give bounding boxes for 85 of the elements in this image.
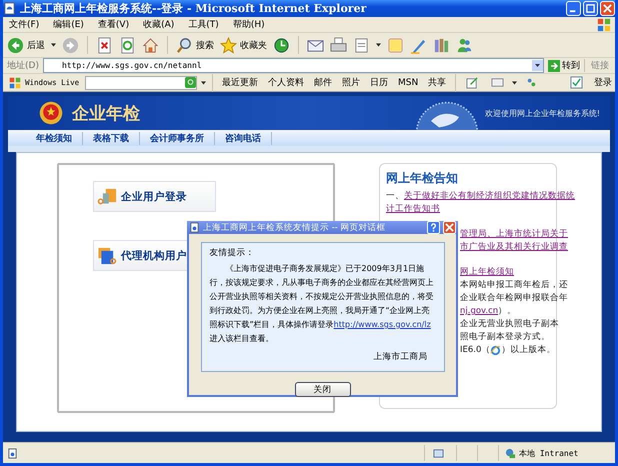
- favorites-button[interactable]: 收藏夹: [220, 36, 267, 54]
- refresh-icon[interactable]: [119, 36, 136, 54]
- search-icon[interactable]: [185, 77, 196, 88]
- network-icon: [505, 448, 516, 458]
- address-label: 地址(D): [7, 60, 39, 72]
- windows-logo-icon: [597, 18, 611, 32]
- list-number: 一、: [386, 190, 404, 203]
- live-link[interactable]: MSN: [398, 78, 418, 88]
- menu-item[interactable]: 工具(T): [188, 18, 219, 31]
- emblem-icon: [38, 100, 64, 126]
- close-icon: [603, 4, 612, 13]
- page-icon: [3, 2, 16, 15]
- history-icon[interactable]: [273, 36, 290, 54]
- close-button[interactable]: [443, 221, 456, 234]
- notice-text: 照电子副本登录方式。: [460, 331, 550, 344]
- notice-link[interactable]: 市广告业及其相关行业调查: [460, 241, 568, 254]
- notice-text: ）。: [498, 305, 516, 318]
- close-button[interactable]: [600, 1, 615, 16]
- notice-title: 网上年检告知: [386, 170, 459, 187]
- stop-icon[interactable]: [96, 36, 113, 54]
- notice-link[interactable]: nj.gov.cn: [460, 305, 498, 318]
- checkbox-icon[interactable]: [570, 76, 583, 89]
- notice-link[interactable]: 管理局、上海市统计局关于: [460, 228, 568, 241]
- live-link[interactable]: 邮件: [314, 76, 332, 89]
- printer-icon[interactable]: [330, 36, 347, 54]
- search-button[interactable]: 搜索: [176, 36, 214, 54]
- home-icon[interactable]: [142, 36, 159, 54]
- live-link[interactable]: 共享: [428, 76, 446, 89]
- close-dialog-button[interactable]: 关闭: [294, 382, 350, 397]
- search-field[interactable]: [85, 76, 197, 90]
- caret-icon[interactable]: [201, 80, 206, 84]
- message-link[interactable]: http://www.sgs.gov.cn/lz: [334, 320, 431, 329]
- caret-icon[interactable]: [512, 80, 518, 84]
- live-link[interactable]: 个人资料: [268, 76, 304, 89]
- page-icon: [7, 448, 18, 458]
- caret-icon[interactable]: [51, 43, 56, 47]
- page-icon: [189, 222, 200, 233]
- nav-link[interactable]: 表格下载: [83, 132, 140, 144]
- go-button[interactable]: 转到: [548, 59, 580, 72]
- arrow-icon: [548, 60, 560, 72]
- notice-link[interactable]: 网上年检须知: [460, 266, 514, 279]
- menu-item[interactable]: 帮助(H): [232, 18, 265, 31]
- menu-item[interactable]: 文件(F): [9, 18, 40, 31]
- search-icon: [176, 36, 193, 54]
- menu-item[interactable]: 查看(V): [98, 18, 130, 31]
- zone-text: 本地 Intranet: [519, 448, 578, 458]
- windows-logo-icon: [9, 76, 21, 88]
- nav-link[interactable]: 年检须知: [26, 132, 83, 144]
- nav-link[interactable]: 会计师事务所: [140, 132, 215, 144]
- notice-link[interactable]: 关于做好非公有制经济组织党建情况数据统: [404, 190, 575, 203]
- help-button[interactable]: [427, 221, 440, 234]
- address-field[interactable]: http://www.sgs.gov.cn/netannl: [42, 58, 544, 73]
- notice-link[interactable]: 计工作告知书: [386, 203, 440, 216]
- window-icon: [433, 448, 444, 458]
- maximize-button[interactable]: [583, 1, 598, 16]
- close-icon: [445, 223, 454, 232]
- star-icon: [220, 36, 237, 54]
- back-button[interactable]: 后退: [7, 36, 45, 54]
- maximize-icon: [586, 4, 595, 13]
- welcome-text: 欢迎使用网上企业年检服务系统!: [484, 108, 600, 118]
- notice-text: 企业联合年检网申报联合年: [460, 292, 568, 305]
- books-icon[interactable]: [433, 36, 450, 54]
- site-title: 企业年检: [72, 102, 140, 124]
- dialog-title: 上海工商网上年检系统友情提示 -- 网页对话框: [203, 222, 387, 234]
- live-link[interactable]: 照片: [342, 76, 360, 89]
- caret-icon[interactable]: [376, 43, 381, 47]
- menu-item[interactable]: 收藏(A): [143, 18, 174, 31]
- login-button[interactable]: 企业用户登录: [93, 181, 216, 212]
- live-link[interactable]: 日历: [370, 76, 388, 89]
- window-title: 上海工商网上年检服务系统--登录 - Microsoft Internet Explorer: [20, 1, 368, 16]
- notice-text: 本网站申报工商年检后，还: [460, 279, 568, 292]
- notice-text: 企业无营业执照电子副本: [460, 318, 559, 331]
- envelope-icon[interactable]: [491, 76, 504, 89]
- notice-text: ）以上版本。: [501, 344, 556, 357]
- notice-text: IE6.0（: [460, 344, 490, 357]
- document-icon[interactable]: [353, 36, 370, 54]
- question-mark-icon: [429, 223, 438, 232]
- share-icon[interactable]: [466, 76, 480, 89]
- nav-link[interactable]: 咨询电话: [215, 132, 272, 144]
- minimize-button[interactable]: [566, 1, 581, 16]
- sign-in-link[interactable]: 登录: [594, 76, 612, 89]
- signature-text: 上海市工商局: [374, 351, 428, 363]
- dropdown-icon[interactable]: [532, 60, 543, 71]
- menu-item[interactable]: 编辑(E): [53, 18, 84, 31]
- live-link[interactable]: 最近更新: [222, 76, 258, 89]
